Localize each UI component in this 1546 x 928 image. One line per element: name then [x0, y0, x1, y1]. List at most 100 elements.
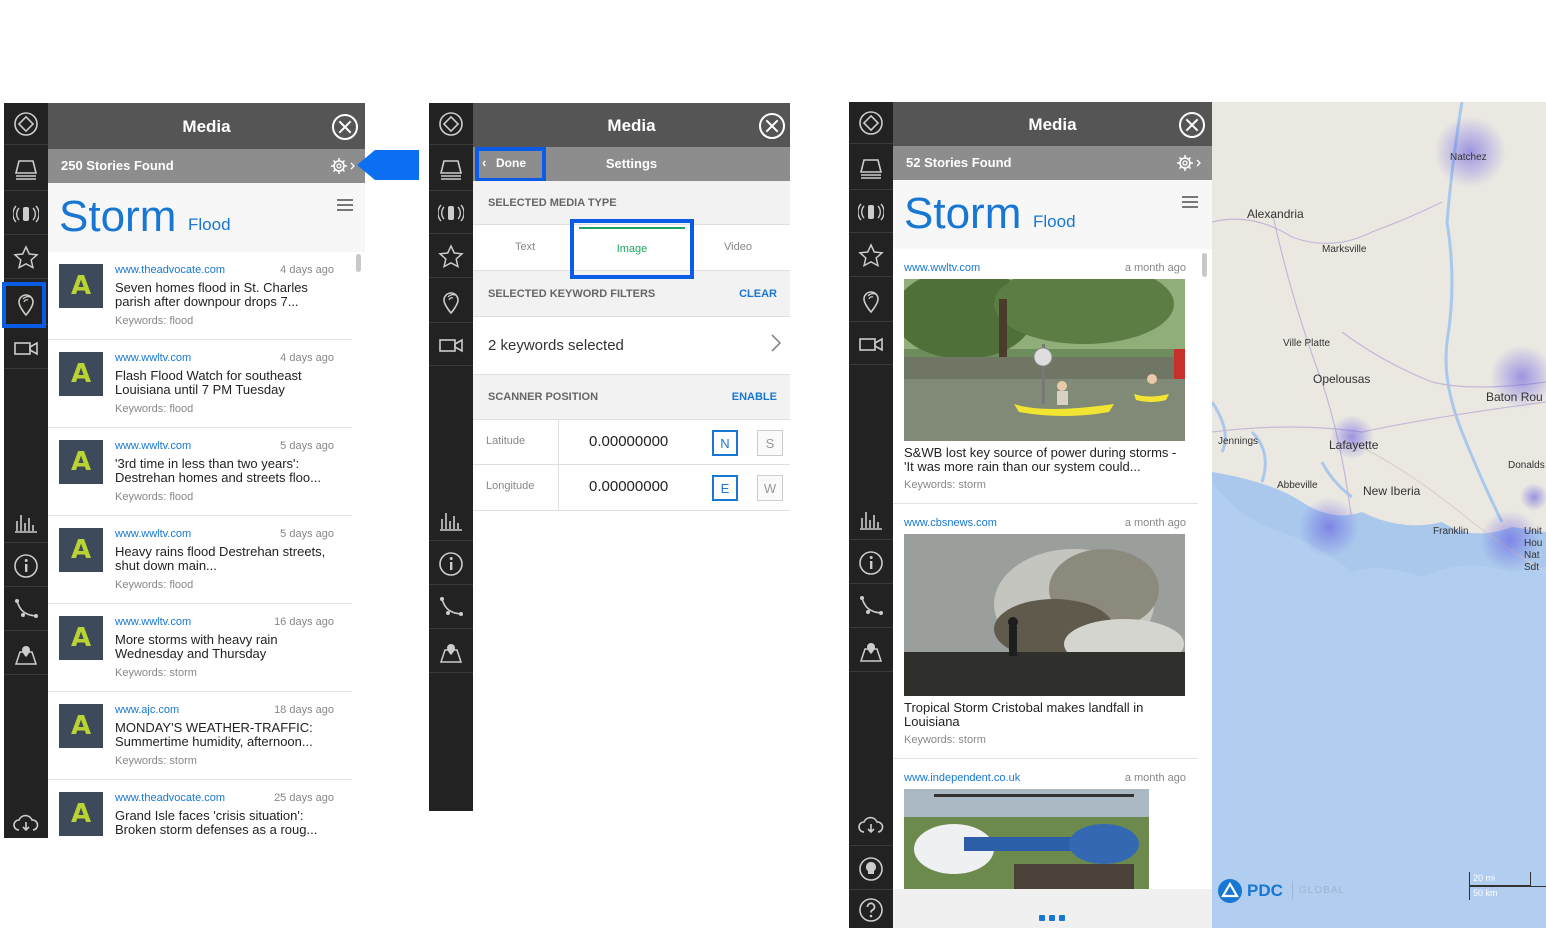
list-item[interactable]: www.cbsnews.com a month ago Tropical Sto…: [893, 504, 1198, 759]
layers-icon[interactable]: [429, 149, 473, 191]
list-item[interactable]: A www.theadvocate.com 4 days ago Seven h…: [48, 252, 352, 340]
info-icon[interactable]: [429, 543, 473, 585]
panel3-story-list[interactable]: www.wwltv.com a month ago S&WB lost key …: [893, 249, 1212, 889]
diamond-icon[interactable]: [849, 102, 893, 144]
help-icon[interactable]: [849, 892, 893, 928]
left-rail-3: [849, 102, 893, 928]
story-image-storm-wave[interactable]: [904, 534, 1185, 696]
list-item[interactable]: A www.ajc.com 18 days ago MONDAY'S WEATH…: [48, 692, 352, 780]
bar-chart-icon[interactable]: [429, 499, 473, 541]
alert-broadcast-icon[interactable]: [4, 193, 48, 235]
tab-text[interactable]: Text: [515, 241, 535, 253]
story-source[interactable]: www.wwltv.com: [115, 352, 191, 364]
alert-broadcast-icon[interactable]: [429, 192, 473, 234]
latitude-input[interactable]: 0.00000000: [589, 433, 668, 450]
story-title[interactable]: More storms with heavy rain Wednesday an…: [115, 633, 337, 661]
enable-button[interactable]: ENABLE: [732, 391, 777, 403]
story-age: 4 days ago: [280, 264, 334, 276]
list-item[interactable]: A www.wwltv.com 4 days ago Flash Flood W…: [48, 340, 352, 428]
pdc-logo-text: PDC: [1247, 881, 1283, 900]
list-item[interactable]: www.independent.co.uk a month ago: [893, 759, 1198, 889]
story-title[interactable]: S&WB lost key source of power during sto…: [904, 446, 1188, 474]
tab-video[interactable]: Video: [724, 241, 752, 253]
lightbulb-icon[interactable]: [849, 848, 893, 890]
list-item[interactable]: www.wwltv.com a month ago S&WB lost key …: [893, 249, 1198, 504]
brand-flood: Flood: [1033, 212, 1076, 231]
story-title[interactable]: Grand Isle faces 'crisis situation': Bro…: [115, 809, 337, 837]
map-pin-icon[interactable]: [4, 633, 48, 675]
more-icon[interactable]: [1039, 908, 1065, 926]
video-icon[interactable]: [849, 323, 893, 365]
map-view[interactable]: Natchez Alexandria Marksville Ville Plat…: [1212, 102, 1546, 928]
close-icon[interactable]: [759, 113, 785, 139]
network-icon[interactable]: [429, 587, 473, 629]
star-icon[interactable]: [4, 237, 48, 279]
story-age: a month ago: [1124, 772, 1186, 784]
story-source[interactable]: www.wwltv.com: [115, 440, 191, 452]
story-image-flooded-street[interactable]: [904, 279, 1185, 441]
south-button[interactable]: S: [757, 430, 783, 456]
story-image-helicopter[interactable]: [904, 789, 1149, 889]
alert-broadcast-icon[interactable]: [849, 191, 893, 233]
east-button[interactable]: E: [712, 475, 738, 501]
keywords-selected-row[interactable]: 2 keywords selected: [473, 317, 790, 375]
clear-button[interactable]: CLEAR: [739, 288, 777, 300]
story-title[interactable]: Tropical Storm Cristobal makes landfall …: [904, 701, 1188, 729]
source-logo: A: [59, 528, 103, 572]
list-item[interactable]: A www.theadvocate.com 25 days ago Grand …: [48, 780, 352, 838]
story-title[interactable]: Heavy rains flood Destrehan streets, shu…: [115, 545, 337, 573]
diamond-icon[interactable]: [4, 103, 48, 145]
media-location-icon[interactable]: [849, 280, 893, 322]
story-source[interactable]: www.wwltv.com: [115, 616, 191, 628]
network-icon[interactable]: [849, 586, 893, 628]
close-icon[interactable]: [1179, 112, 1205, 138]
longitude-input[interactable]: 0.00000000: [589, 478, 668, 495]
network-icon[interactable]: [4, 589, 48, 631]
map-pin-icon[interactable]: [429, 631, 473, 673]
story-keywords: Keywords: flood: [115, 403, 194, 415]
story-source[interactable]: www.cbsnews.com: [904, 517, 997, 529]
story-title[interactable]: Flash Flood Watch for southeast Louisian…: [115, 369, 337, 397]
north-button[interactable]: N: [712, 430, 738, 456]
story-title[interactable]: '3rd time in less than two years': Destr…: [115, 457, 337, 485]
west-button[interactable]: W: [757, 475, 783, 501]
media-location-icon[interactable]: [429, 281, 473, 323]
story-source[interactable]: www.wwltv.com: [115, 528, 191, 540]
layers-icon[interactable]: [849, 148, 893, 190]
close-icon[interactable]: [332, 114, 358, 140]
gear-icon[interactable]: [1176, 154, 1202, 175]
story-keywords: Keywords: storm: [115, 755, 197, 767]
panel1-story-list[interactable]: A www.theadvocate.com 4 days ago Seven h…: [48, 252, 365, 838]
video-icon[interactable]: [429, 324, 473, 366]
diamond-icon[interactable]: [429, 103, 473, 145]
layers-icon[interactable]: [4, 149, 48, 191]
story-title[interactable]: MONDAY'S WEATHER-TRAFFIC: Summertime hum…: [115, 721, 337, 749]
bar-chart-icon[interactable]: [849, 498, 893, 540]
story-source[interactable]: www.theadvocate.com: [115, 264, 225, 276]
info-icon[interactable]: [849, 542, 893, 584]
list-scrollbar[interactable]: [1202, 253, 1207, 277]
gear-icon[interactable]: [330, 157, 356, 178]
list-scrollbar[interactable]: [356, 254, 361, 272]
info-icon[interactable]: [4, 545, 48, 587]
menu-icon[interactable]: [1182, 196, 1198, 208]
star-icon[interactable]: [429, 236, 473, 278]
map-pin-icon[interactable]: [849, 630, 893, 672]
video-icon[interactable]: [4, 327, 48, 369]
done-highlight: [475, 147, 546, 182]
star-icon[interactable]: [849, 235, 893, 277]
pdc-logo-divider: [1292, 881, 1293, 899]
scale-mi: 20 mi: [1473, 873, 1496, 883]
story-source[interactable]: www.wwltv.com: [904, 262, 980, 274]
cloud-download-icon[interactable]: [849, 804, 893, 846]
list-item[interactable]: A www.wwltv.com 5 days ago Heavy rains f…: [48, 516, 352, 604]
story-source[interactable]: www.ajc.com: [115, 704, 179, 716]
cloud-download-icon[interactable]: [4, 808, 48, 838]
list-item[interactable]: A www.wwltv.com 16 days ago More storms …: [48, 604, 352, 692]
story-source[interactable]: www.theadvocate.com: [115, 792, 225, 804]
list-item[interactable]: A www.wwltv.com 5 days ago '3rd time in …: [48, 428, 352, 516]
menu-icon[interactable]: [337, 199, 353, 211]
story-title[interactable]: Seven homes flood in St. Charles parish …: [115, 281, 337, 309]
story-source[interactable]: www.independent.co.uk: [904, 772, 1020, 784]
bar-chart-icon[interactable]: [4, 501, 48, 543]
